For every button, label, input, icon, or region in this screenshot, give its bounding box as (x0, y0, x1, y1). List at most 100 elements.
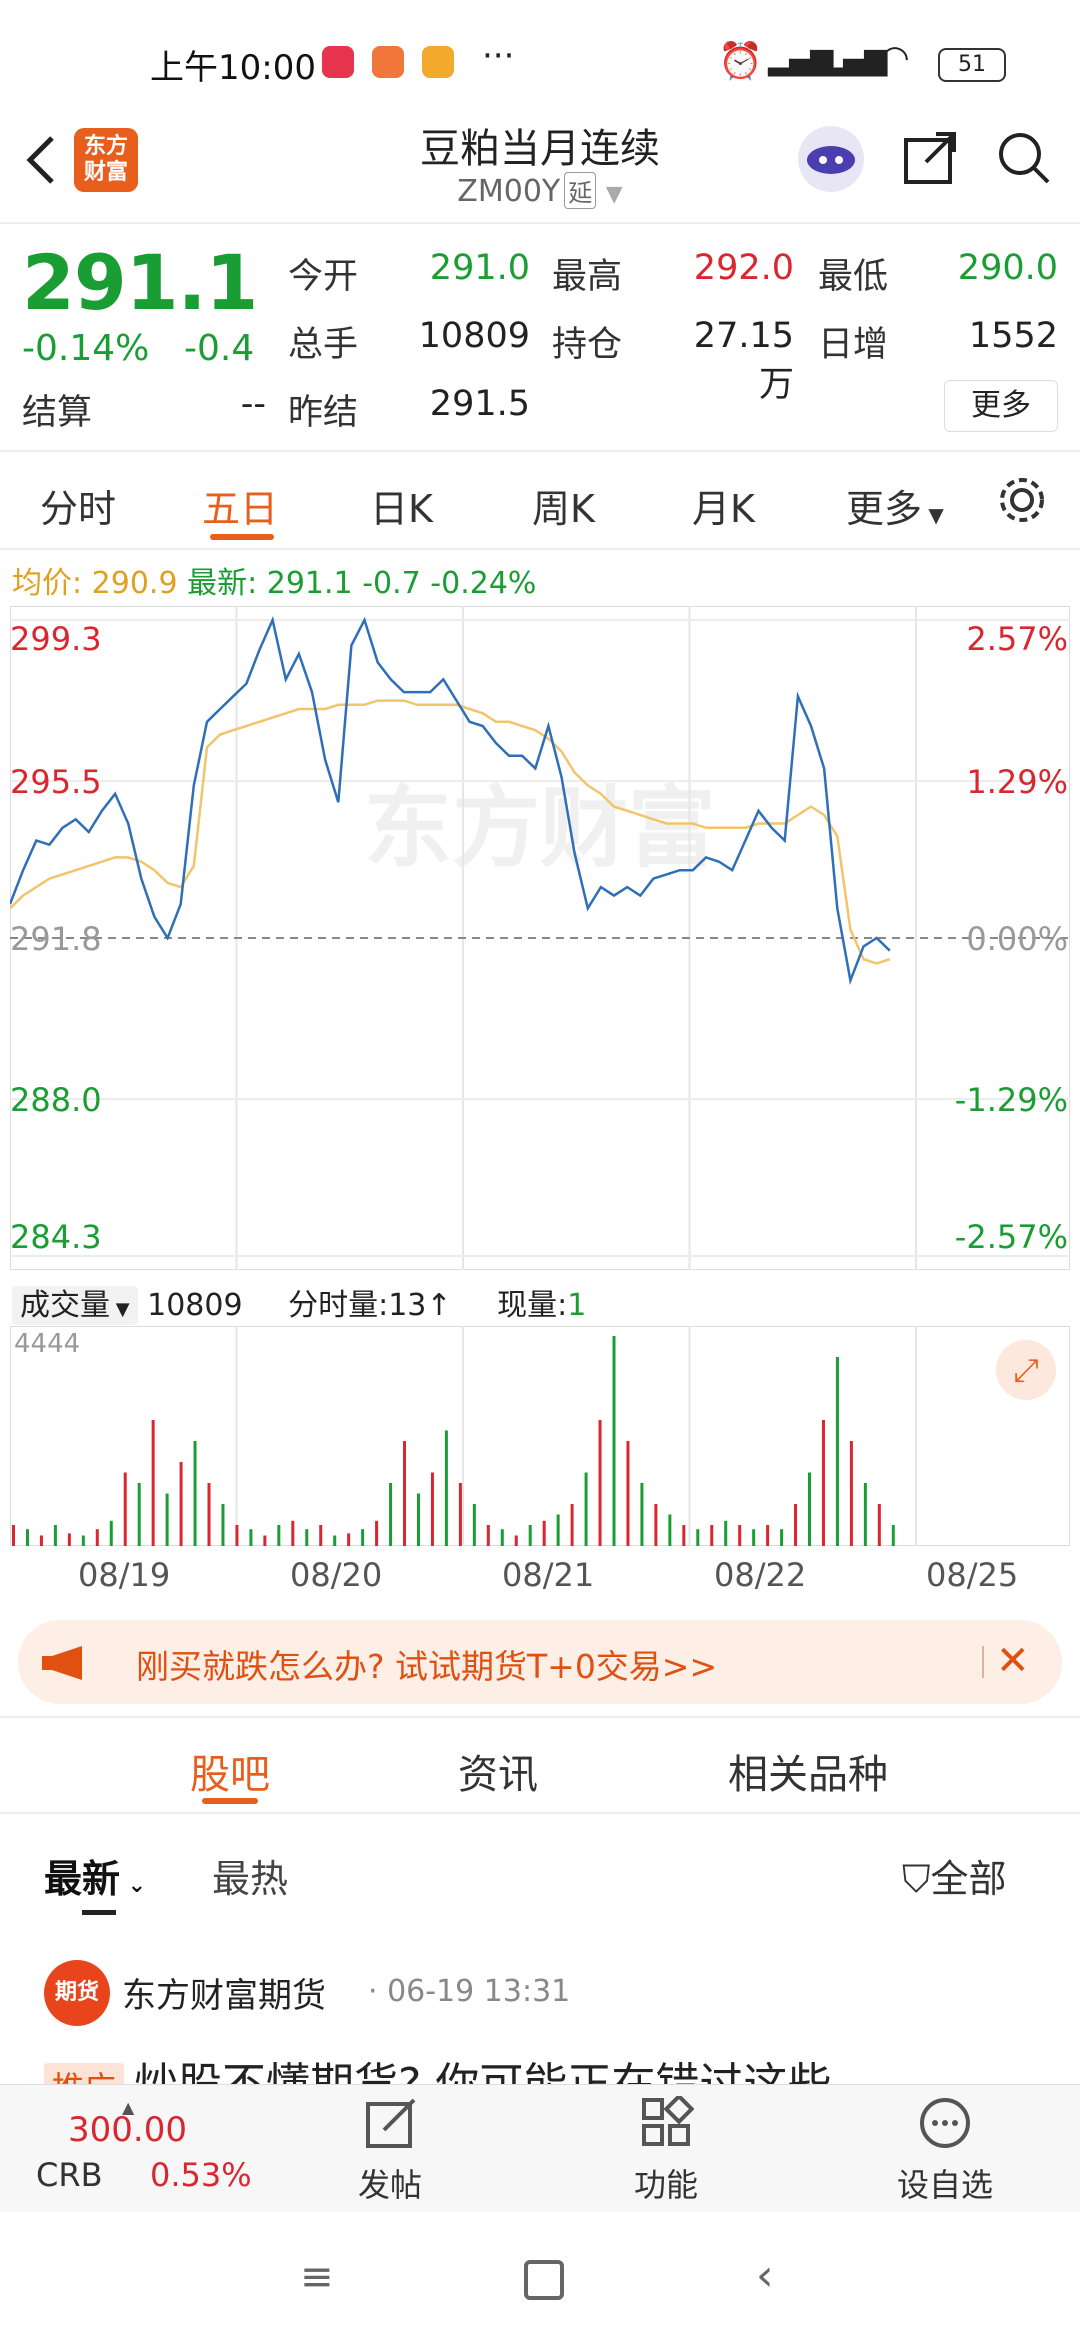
menu-nav-icon[interactable]: ≡ (300, 2254, 334, 2300)
last-price: 291.1 (22, 238, 258, 327)
volume-bar (626, 1441, 630, 1546)
tab-more[interactable]: 更多 ▼ (846, 478, 944, 533)
code-text: ZM00Y (457, 174, 561, 209)
tab-five-day[interactable]: 五日 (202, 478, 278, 533)
tab-related[interactable]: 相关品种 (728, 1742, 888, 1800)
avg-label: 均价: (12, 566, 83, 601)
quote-divider (0, 450, 1080, 452)
filter-all[interactable]: ⛉全部 (902, 1848, 1007, 1903)
volume-bar (235, 1525, 239, 1546)
low-label: 最低 (818, 257, 889, 297)
volume-bar (668, 1514, 672, 1546)
volume-bar (696, 1529, 700, 1546)
sort-latest[interactable]: 最新 ⌄ (44, 1848, 146, 1903)
post-label: 发帖 (357, 2166, 422, 2204)
tab-daily-k[interactable]: 日K (370, 478, 433, 533)
low-value: 290.0 (957, 248, 1058, 288)
y-left-tick: 291.8 (10, 920, 102, 958)
volume-bar (835, 1357, 839, 1546)
cur-vol-label: 现量: (497, 1288, 568, 1323)
high-value: 292.0 (693, 248, 794, 288)
volume-frame (10, 1326, 1070, 1546)
tab-intraday[interactable]: 分时 (40, 478, 116, 533)
tab-weekly-k[interactable]: 周K (532, 478, 595, 533)
post-time: · 06-19 13:31 (368, 1974, 571, 2009)
volume-bar (12, 1525, 15, 1546)
five-day-price-chart[interactable]: 东方财富 299.3 2.57% 295.5 1.29% 291.8 0.00% 288.0 -… (10, 606, 1070, 1270)
douyin-notif-icon (322, 46, 354, 78)
sort-latest-label: 最新 (44, 1857, 121, 1901)
post-title[interactable]: 推广炒股不懂期货? 你可能正在错过这些 (44, 2048, 1044, 2086)
status-time: 上午10:00 (150, 48, 316, 88)
volume-bar (780, 1529, 784, 1546)
volume-bar (53, 1525, 57, 1546)
tab-news[interactable]: 资讯 (458, 1742, 538, 1800)
volume-bar (863, 1483, 867, 1546)
y-right-tick: -1.29% (955, 1081, 1068, 1119)
expand-chart-icon[interactable]: ⤢ (996, 1340, 1056, 1400)
cur-vol-value: 1 (567, 1288, 587, 1323)
alarm-icon: ⏰ (718, 41, 763, 82)
volume-type-label: 成交量 (20, 1288, 110, 1323)
volume-bar (67, 1533, 71, 1546)
post-author[interactable]: 东方财富期货 (122, 1968, 326, 2017)
share-icon[interactable] (902, 130, 958, 190)
volume-bar (500, 1529, 504, 1546)
more-notifs-icon: ··· (482, 36, 515, 76)
date-label-0: 08/19 (78, 1556, 171, 1594)
volume-bar (738, 1525, 742, 1546)
y-right-tick: -2.57% (955, 1218, 1068, 1256)
tab-forum[interactable]: 股吧 (190, 1742, 270, 1800)
settings-gear-icon[interactable] (996, 474, 1048, 530)
latest-delta: -0.7 (362, 566, 421, 601)
caret-down-icon: ▼ (922, 503, 944, 527)
volume-bar (165, 1493, 169, 1546)
volume-bar (207, 1483, 211, 1546)
date-label-1: 08/20 (290, 1556, 383, 1594)
section-active-underline (202, 1798, 258, 1804)
volume-type-select[interactable]: 成交量 ▼ (12, 1286, 138, 1325)
filter-icon: ⛉ (902, 1857, 931, 1901)
battery-icon: 51 (938, 48, 1006, 82)
y-right-tick: 0.00% (966, 920, 1068, 958)
quote-more-button[interactable]: 更多 (944, 380, 1058, 432)
search-icon[interactable] (996, 130, 1052, 190)
watch-label: 设自选 (896, 2166, 993, 2204)
volume-bar (193, 1441, 197, 1546)
volume-bar (766, 1525, 770, 1546)
volume-bar (472, 1504, 476, 1546)
close-icon[interactable]: ✕ (996, 1638, 1030, 1684)
y-right-tick: 1.29% (966, 763, 1068, 801)
volume-bar (81, 1535, 85, 1546)
volume-label: 总手 (288, 325, 359, 365)
volume-bar (319, 1525, 323, 1546)
volume-bar (389, 1483, 393, 1546)
promo-text[interactable]: 刚买就跌怎么办? 试试期货T+0交易>> (136, 1640, 717, 1688)
delay-badge: 延 (564, 172, 597, 209)
post-button[interactable]: 发帖 (330, 2090, 450, 2210)
volume-bar (570, 1504, 574, 1546)
sort-latest-underline (82, 1910, 116, 1915)
robot-assistant-icon[interactable] (798, 126, 864, 192)
open-value: 291.0 (429, 248, 530, 288)
note-notif-icon (422, 46, 454, 78)
tab-monthly-k[interactable]: 月K (692, 478, 755, 533)
volume-bar (151, 1420, 155, 1546)
back-nav-icon[interactable]: ‹ (756, 2250, 774, 2301)
volume-bar (542, 1520, 546, 1546)
volume-bar (277, 1525, 281, 1546)
volume-bar (458, 1483, 462, 1546)
volume-bar (598, 1420, 602, 1546)
volume-chart[interactable]: 4444 (10, 1326, 1070, 1546)
open-label: 今开 (288, 257, 359, 297)
home-nav-icon[interactable] (524, 2260, 564, 2300)
chevron-down-icon: ▼ (605, 182, 623, 207)
volume-bar (710, 1525, 714, 1546)
sort-hot[interactable]: 最热 (212, 1848, 288, 1903)
daily-inc-value: 1552 (968, 316, 1058, 356)
function-button[interactable]: 功能 (606, 2090, 726, 2210)
y-left-tick: 288.0 (10, 1081, 102, 1119)
volume-bar (821, 1420, 825, 1546)
add-watchlist-button[interactable]: 设自选 (880, 2090, 1010, 2210)
avatar[interactable]: 期货 (44, 1960, 110, 2026)
